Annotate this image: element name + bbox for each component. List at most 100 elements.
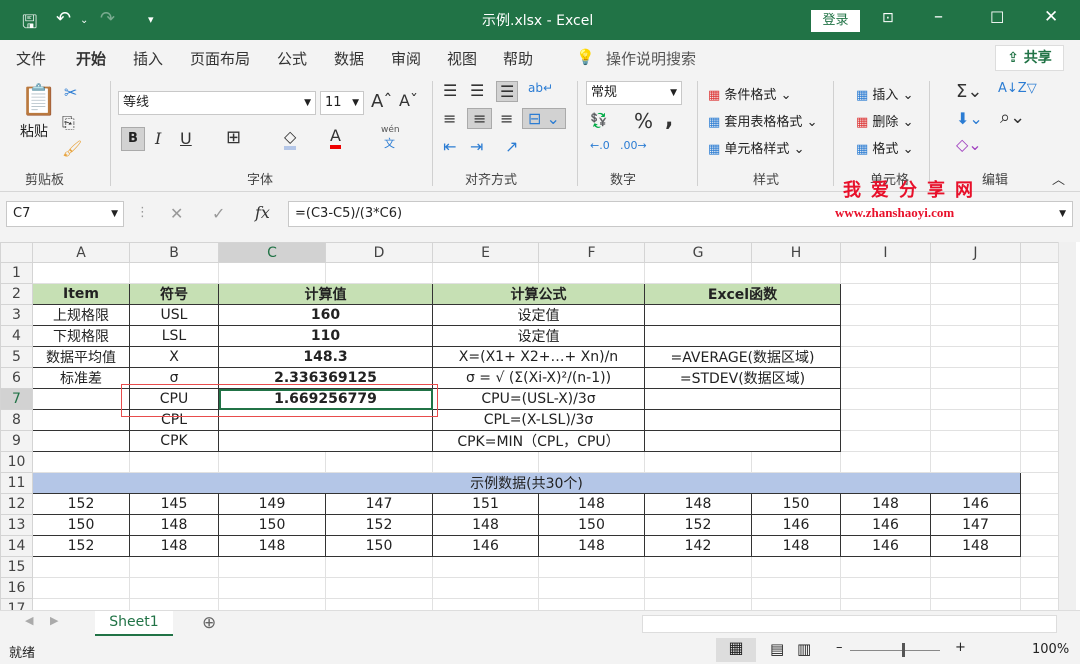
expand-formula-icon[interactable]: ▼ <box>1059 202 1066 226</box>
cell[interactable] <box>1020 577 1059 599</box>
sheet-tab-sheet1[interactable]: Sheet1 <box>95 611 173 636</box>
sample-data-cell[interactable]: 151 <box>432 493 539 515</box>
cell[interactable] <box>930 304 1021 326</box>
sample-data-cell[interactable]: 148 <box>129 535 219 557</box>
row-header-2[interactable]: 2 <box>0 283 33 305</box>
cell[interactable] <box>129 262 219 284</box>
row-header-14[interactable]: 14 <box>0 535 33 557</box>
cell[interactable] <box>325 556 433 578</box>
wrap-text-icon[interactable]: ab↵ <box>528 81 553 95</box>
row-header-15[interactable]: 15 <box>0 556 33 578</box>
column-header-J[interactable]: J <box>930 242 1021 263</box>
delete-cells-button[interactable]: ▦ 删除 ⌄ <box>856 111 913 130</box>
table-cell[interactable] <box>32 388 130 410</box>
cell[interactable] <box>1020 535 1059 557</box>
cell[interactable] <box>930 325 1021 347</box>
sort-filter-icon[interactable]: A↓Z▽ <box>998 81 1037 96</box>
zoom-out-icon[interactable]: – <box>836 640 843 655</box>
copy-icon[interactable]: ⎘ <box>62 113 75 133</box>
sample-data-cell[interactable]: 148 <box>538 535 645 557</box>
cell[interactable] <box>218 262 326 284</box>
row-header-13[interactable]: 13 <box>0 514 33 536</box>
sample-data-cell[interactable]: 152 <box>644 514 752 536</box>
table-cell[interactable]: CPK=MIN（CPL，CPU） <box>432 430 645 452</box>
sample-data-cell[interactable]: 146 <box>840 535 931 557</box>
find-select-icon[interactable]: ⌕⌄ <box>1000 107 1025 128</box>
table-cell[interactable]: CPU <box>129 388 219 410</box>
column-header-I[interactable]: I <box>840 242 931 263</box>
row-header-6[interactable]: 6 <box>0 367 33 389</box>
row-header-9[interactable]: 9 <box>0 430 33 452</box>
table-cell[interactable]: CPL <box>129 409 219 431</box>
cell[interactable] <box>325 451 433 473</box>
decrease-font-icon[interactable]: Aˇ <box>399 91 418 110</box>
cell[interactable] <box>1020 367 1059 389</box>
table-cell[interactable]: σ <box>129 367 219 389</box>
cell[interactable] <box>840 283 931 305</box>
row-header-8[interactable]: 8 <box>0 409 33 431</box>
decrease-decimal-icon[interactable]: .00→ <box>620 139 647 152</box>
row-header-1[interactable]: 1 <box>0 262 33 284</box>
tab-review[interactable]: 审阅 <box>391 48 421 69</box>
cell[interactable] <box>1020 388 1059 410</box>
align-center-icon[interactable]: ≡ <box>467 108 493 129</box>
vertical-scrollbar[interactable] <box>1058 242 1076 610</box>
cell[interactable] <box>840 451 931 473</box>
cell[interactable] <box>1020 304 1059 326</box>
column-header-F[interactable]: F <box>538 242 645 263</box>
tab-formulas[interactable]: 公式 <box>277 48 307 69</box>
table-cell[interactable]: CPU=(USL-X)/3σ <box>432 388 645 410</box>
cell[interactable] <box>129 451 219 473</box>
zoom-level[interactable]: 100% <box>1032 642 1069 657</box>
italic-button[interactable]: I <box>155 129 161 148</box>
worksheet-grid[interactable]: A B C D E F G H I J 1 2 Item 符号 计算值 计算公式 Excel函数 3 上规格限 USL… <box>0 242 1059 620</box>
increase-font-icon[interactable]: Aˆ <box>371 91 392 112</box>
column-header-A[interactable]: A <box>32 242 130 263</box>
table-cell[interactable]: X <box>129 346 219 368</box>
sample-data-cell[interactable]: 149 <box>218 493 326 515</box>
enter-icon[interactable]: ✓ <box>212 204 225 223</box>
cell[interactable] <box>432 451 539 473</box>
cell[interactable] <box>538 577 645 599</box>
table-header-cell[interactable]: Excel函数 <box>644 283 841 305</box>
table-cell[interactable] <box>644 409 841 431</box>
sample-data-cell[interactable]: 148 <box>218 535 326 557</box>
table-cell[interactable] <box>218 409 433 431</box>
cell[interactable] <box>930 346 1021 368</box>
sample-data-cell[interactable]: 145 <box>129 493 219 515</box>
table-cell[interactable]: 设定值 <box>432 304 645 326</box>
table-cell[interactable] <box>644 430 841 452</box>
cell[interactable] <box>432 262 539 284</box>
cell[interactable] <box>218 577 326 599</box>
sample-data-title[interactable]: 示例数据(共30个) <box>32 472 1021 494</box>
undo-dropdown-icon[interactable]: ⌄ <box>80 15 88 26</box>
prev-sheet-icon[interactable]: ◀ <box>25 614 33 627</box>
cell[interactable] <box>840 262 931 284</box>
tab-home[interactable]: 开始 <box>76 48 107 78</box>
table-cell[interactable]: 148.3 <box>218 346 433 368</box>
cell[interactable] <box>325 577 433 599</box>
cell[interactable] <box>325 262 433 284</box>
sample-data-cell[interactable]: 146 <box>930 493 1021 515</box>
font-size-select[interactable]: 11 ▼ <box>320 91 364 115</box>
table-cell[interactable] <box>218 430 433 452</box>
cell[interactable] <box>930 577 1021 599</box>
cell[interactable] <box>930 556 1021 578</box>
cell[interactable] <box>751 577 841 599</box>
sample-data-cell[interactable]: 150 <box>538 514 645 536</box>
table-cell[interactable]: 下规格限 <box>32 325 130 347</box>
cell[interactable] <box>1020 556 1059 578</box>
cell[interactable] <box>840 556 931 578</box>
sample-data-cell[interactable]: 150 <box>32 514 130 536</box>
cell[interactable] <box>1020 472 1059 494</box>
column-header-B[interactable]: B <box>129 242 219 263</box>
sample-data-cell[interactable]: 150 <box>218 514 326 536</box>
format-cells-button[interactable]: ▦ 格式 ⌄ <box>856 138 913 157</box>
align-top-icon[interactable]: ☰ <box>443 81 457 100</box>
paste-button[interactable]: 粘贴 <box>20 121 48 141</box>
name-box[interactable]: C7 ▼ <box>6 201 124 227</box>
table-cell[interactable]: CPK <box>129 430 219 452</box>
cell[interactable] <box>129 577 219 599</box>
row-header-16[interactable]: 16 <box>0 577 33 599</box>
cell[interactable] <box>218 451 326 473</box>
